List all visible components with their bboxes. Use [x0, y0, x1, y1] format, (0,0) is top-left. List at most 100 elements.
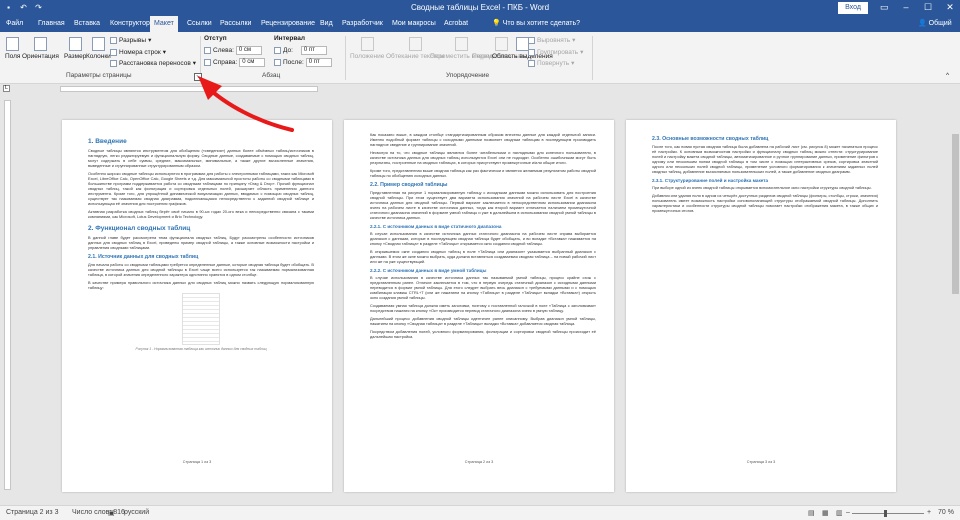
document-page-2[interactable]: Как показано выше, в каждом столбце стан…	[344, 120, 614, 492]
spacing-after-input[interactable]: 0 пт	[305, 58, 332, 67]
spacing-after-field[interactable]: После: 0 пт	[274, 58, 332, 67]
proofing-icon[interactable]: ▣	[108, 509, 115, 517]
indent-left-icon	[204, 47, 211, 54]
paragraph: Особенно широко сводные таблицы использу…	[88, 171, 314, 206]
paragraph: Дальнейший процесс добавления сводной та…	[370, 316, 596, 326]
tab-home[interactable]: Главная	[34, 16, 69, 32]
heading-smart-table: 2.2.2. С источником данных в виде умной …	[370, 268, 487, 273]
signin-button[interactable]: Вход	[838, 2, 868, 14]
group-button[interactable]: Группировать ▾	[528, 48, 583, 56]
align-button[interactable]: Выровнять ▾	[528, 36, 575, 44]
language-indicator[interactable]: русский	[124, 509, 149, 516]
size-icon	[68, 37, 82, 51]
tab-insert[interactable]: Вставка	[70, 16, 104, 32]
tab-layout[interactable]: Макет	[150, 16, 178, 32]
indent-left-field[interactable]: Слева: 0 см	[204, 46, 262, 55]
heading-pivot-example: 2.2. Пример сводной таблицы	[370, 182, 448, 188]
paragraph: В данной главе будет рассмотрена тема фу…	[88, 235, 314, 250]
columns-icon	[91, 37, 105, 51]
line-numbers-icon	[110, 48, 117, 56]
heading-introduction: 1. Введение	[88, 138, 127, 145]
horizontal-ruler[interactable]	[60, 86, 318, 92]
scrollbar-thumb[interactable]	[952, 134, 959, 294]
window-title: Сводные таблицы Excel - ПКБ - Word	[410, 3, 550, 12]
paragraph: Представленная на рисунке 1 нормализиров…	[370, 190, 596, 220]
paragraph: После того, как новая пустая сводная таб…	[652, 144, 878, 174]
rotate-icon	[528, 59, 535, 67]
tab-review[interactable]: Рецензирование	[257, 16, 319, 32]
hyphenation-button[interactable]: Расстановка переносов ▾	[110, 59, 196, 67]
tab-mailings[interactable]: Рассылки	[216, 16, 255, 32]
tab-acrobat[interactable]: Acrobat	[440, 16, 472, 32]
size-button[interactable]: Размер	[64, 37, 86, 60]
indent-right-input[interactable]: 0 см	[239, 58, 266, 67]
margins-button[interactable]: Поля	[5, 37, 20, 60]
tab-view[interactable]: Вид	[316, 16, 337, 32]
page-count[interactable]: Страница 2 из 3	[6, 509, 58, 516]
web-layout-icon[interactable]: ▥	[836, 509, 843, 517]
maximize-icon[interactable]: ☐	[924, 2, 932, 13]
ribbon-tabs: Файл Главная Вставка Конструктор Макет С…	[0, 16, 960, 43]
paragraph: При выборе одной из ячеек сводной таблиц…	[652, 185, 872, 190]
word-count[interactable]: Число слов: 816	[72, 509, 125, 516]
paragraph: В случае использования в качестве источн…	[370, 231, 596, 246]
orientation-button[interactable]: Ориентация	[22, 37, 59, 60]
paragraph: В качестве примера правильного источника…	[88, 280, 314, 290]
share-icon: 👤	[918, 20, 929, 27]
heading-fields-layout: 2.3.1. Структурирование полей и настройк…	[652, 178, 769, 183]
paragraph: Посредством добавления полей, условного …	[370, 329, 596, 339]
collapse-ribbon-icon[interactable]: ^	[946, 72, 949, 79]
paragraph: Активная разработка сводных таблиц берёт…	[88, 209, 314, 219]
paragraph-group-label: Абзац	[262, 72, 281, 79]
tab-references[interactable]: Ссылки	[183, 16, 216, 32]
vertical-scrollbar[interactable]	[951, 94, 960, 504]
paragraph: Несмотря на то, что сводные таблицы явля…	[370, 150, 596, 165]
orientation-icon	[33, 37, 47, 51]
tab-developer[interactable]: Разработчик	[338, 16, 387, 32]
ribbon-display-icon[interactable]: ▭	[880, 2, 889, 13]
columns-button[interactable]: Колонки	[86, 37, 111, 60]
heading-data-source: 2.1. Источник данных для сводных таблиц	[88, 254, 199, 260]
tab-my-macros[interactable]: Мои макросы	[388, 16, 440, 32]
tab-selector-icon[interactable]: L	[3, 85, 10, 92]
position-button[interactable]: Положение	[350, 37, 384, 60]
lightbulb-icon: 💡	[492, 20, 503, 27]
page-footer: Страница 3 из 3	[746, 460, 776, 464]
paragraph: Добавляя или удаляя поля в одном из четы…	[652, 193, 878, 213]
spacing-before-input[interactable]: 0 пт	[300, 46, 327, 55]
zoom-slider-handle[interactable]	[884, 510, 887, 517]
status-bar: Страница 2 из 3 Число слов: 816 ▣ русски…	[0, 505, 960, 520]
read-mode-icon[interactable]: ▤	[808, 509, 815, 517]
document-page-3[interactable]: 2.3. Основные возможности сводных таблиц…	[626, 120, 896, 492]
zoom-level[interactable]: 70 %	[938, 509, 954, 516]
spacing-before-field[interactable]: До: 0 пт	[274, 46, 327, 55]
spacing-before-icon	[274, 47, 281, 54]
wrap-text-icon	[408, 37, 422, 51]
page-footer: Страница 1 из 3	[182, 460, 212, 464]
word-window: ▪ ↶ ↷ Сводные таблицы Excel - ПКБ - Word…	[0, 0, 960, 520]
page-setup-dialog-launcher-icon[interactable]: ↘	[194, 73, 202, 81]
line-numbers-button[interactable]: Номера строк ▾	[110, 48, 166, 56]
paragraph: Кроме того, представленная выше сводная …	[370, 168, 596, 178]
minimize-icon[interactable]: –	[902, 2, 910, 13]
align-icon	[528, 36, 535, 44]
heading-static-range: 2.2.1. С источником данных в виде статич…	[370, 224, 502, 229]
zoom-in-icon[interactable]: +	[927, 509, 931, 516]
tab-file[interactable]: Файл	[2, 16, 27, 32]
zoom-slider[interactable]	[852, 513, 924, 514]
tab-design[interactable]: Конструктор	[106, 16, 154, 32]
zoom-out-icon[interactable]: –	[846, 509, 850, 516]
page-footer: Страница 2 из 3	[464, 460, 494, 464]
indent-right-field[interactable]: Справа: 0 см	[204, 58, 266, 67]
print-layout-icon[interactable]: ▦	[822, 509, 829, 517]
position-icon	[360, 37, 374, 51]
tell-me-search[interactable]: 💡 Что вы хотите сделать?	[492, 16, 580, 32]
bring-forward-icon	[455, 37, 469, 51]
indent-left-input[interactable]: 0 см	[235, 46, 262, 55]
close-icon[interactable]: ✕	[946, 2, 954, 13]
vertical-ruler[interactable]	[4, 100, 11, 490]
paragraph: Как показано выше, в каждом столбце стан…	[370, 132, 596, 147]
breaks-button[interactable]: Разрывы ▾	[110, 36, 151, 44]
rotate-button[interactable]: Повернуть ▾	[528, 59, 574, 67]
document-page-1[interactable]: 1. Введение Сводные таблицы являются инс…	[62, 120, 332, 492]
